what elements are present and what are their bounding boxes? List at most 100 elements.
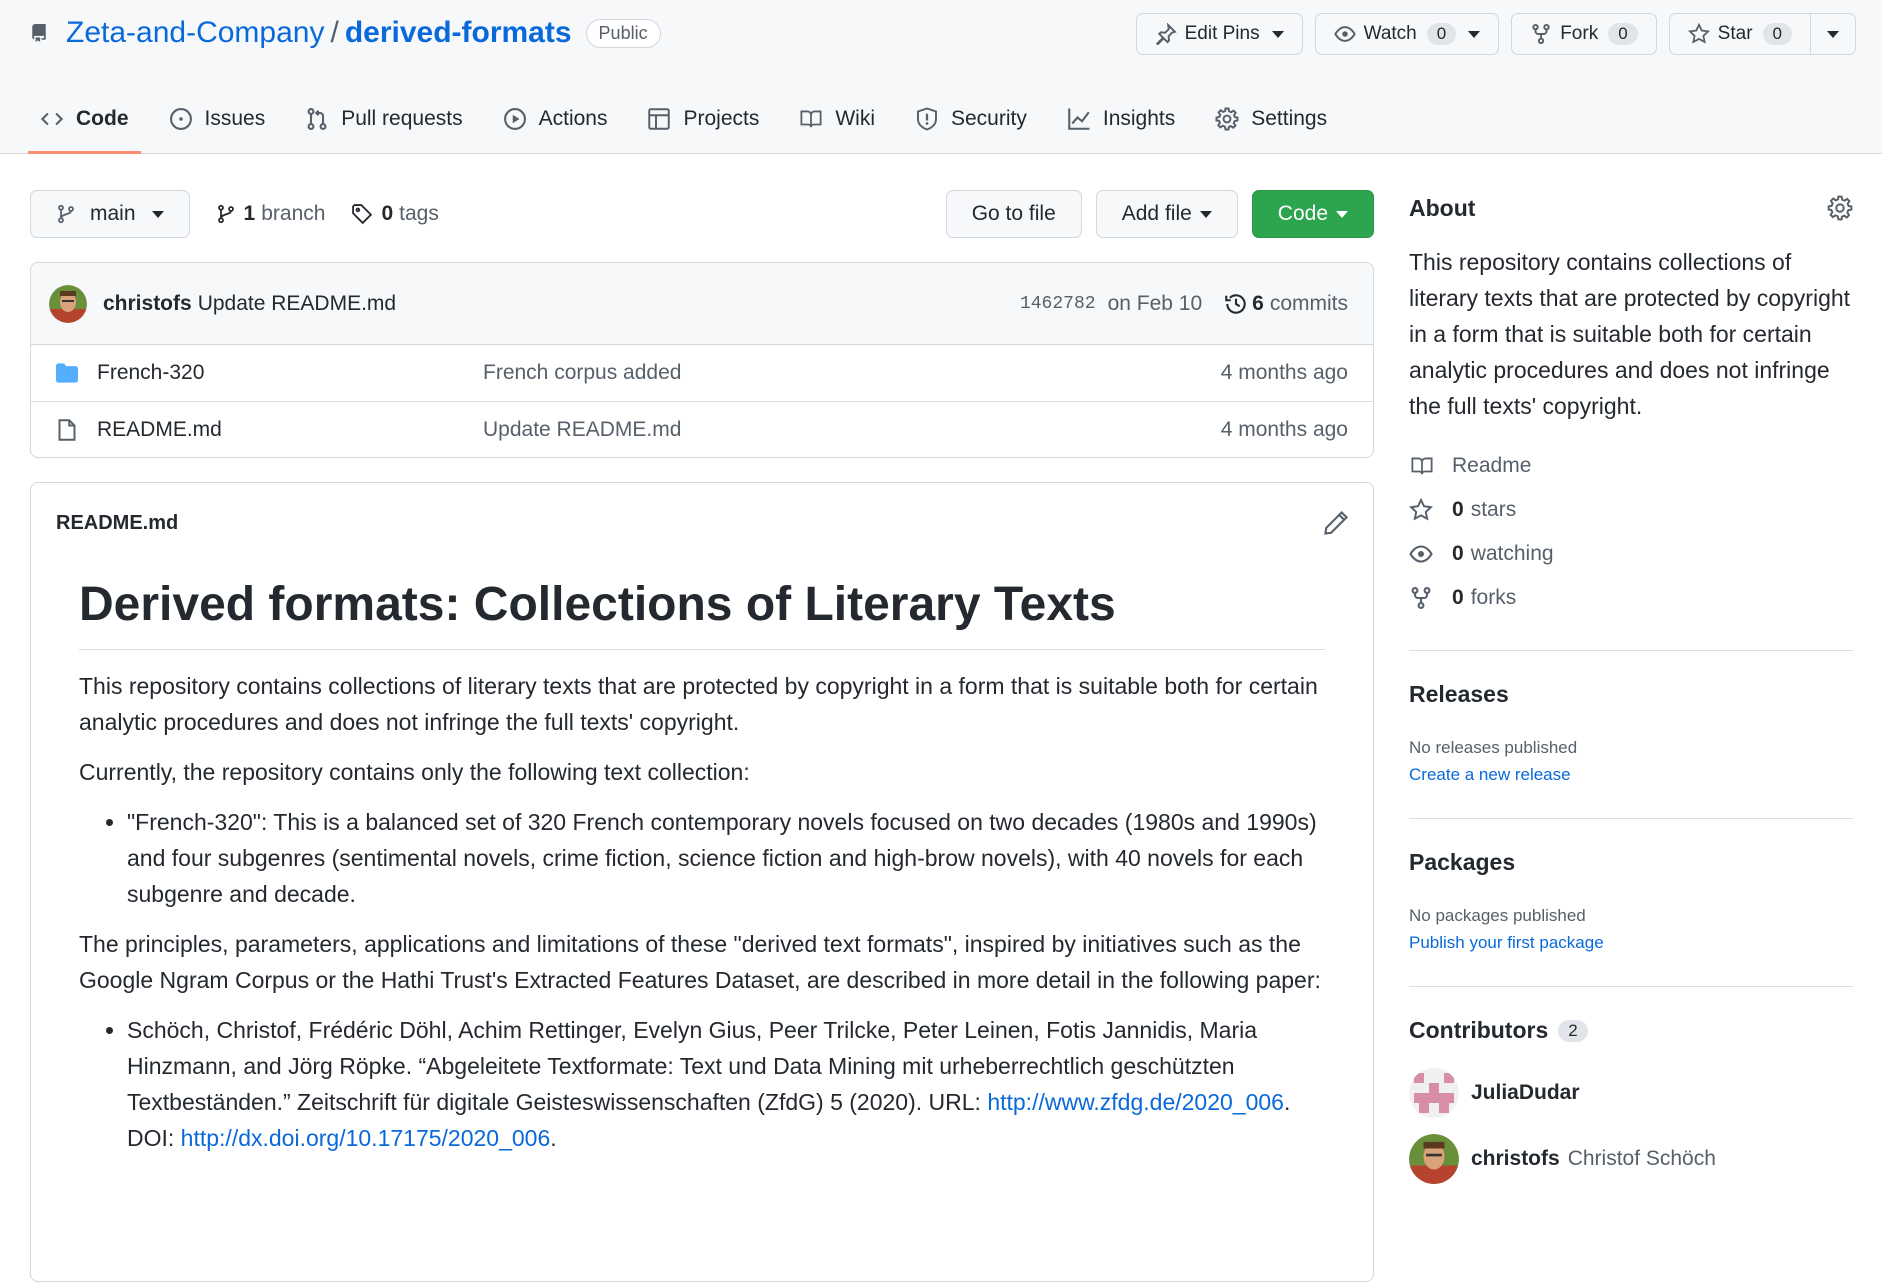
eye-icon bbox=[1333, 23, 1356, 45]
history-icon bbox=[1224, 292, 1248, 316]
avatar[interactable] bbox=[49, 284, 87, 323]
fork-button[interactable]: Fork 0 bbox=[1511, 13, 1657, 55]
file-name-link[interactable]: README.md bbox=[97, 418, 483, 442]
no-releases-text: No releases published bbox=[1409, 738, 1578, 757]
tab-issues[interactable]: Issues bbox=[157, 96, 278, 142]
readme-list: "French-320": This is a balanced set of … bbox=[79, 804, 1325, 912]
tab-code[interactable]: Code bbox=[28, 96, 141, 154]
contributor-login: christofs bbox=[1471, 1147, 1560, 1170]
zfdg-url-link[interactable]: http://www.zfdg.de/2020_006 bbox=[987, 1089, 1284, 1115]
book-icon bbox=[799, 108, 823, 130]
forks-link[interactable]: 0 forks bbox=[1409, 576, 1853, 620]
file-browser: main 1 branch 0 tags Go to file Add file… bbox=[30, 190, 1374, 1282]
contributor-item[interactable]: christofs Christof Schöch bbox=[1409, 1134, 1853, 1184]
releases-info: No releases published Create a new relea… bbox=[1409, 734, 1853, 788]
doi-link[interactable]: http://dx.doi.org/10.17175/2020_006 bbox=[181, 1125, 551, 1151]
no-packages-text: No packages published bbox=[1409, 906, 1586, 925]
forks-label: forks bbox=[1470, 586, 1517, 609]
tab-label: Code bbox=[76, 107, 129, 130]
star-button-group: Star 0 bbox=[1668, 13, 1856, 55]
publish-package-link[interactable]: Publish your first package bbox=[1409, 929, 1853, 956]
releases-heading: Releases bbox=[1409, 681, 1509, 707]
commit-count: 6 bbox=[1252, 291, 1264, 315]
fork-label: Fork bbox=[1560, 23, 1599, 44]
file-row[interactable]: French-320 French corpus added 4 months … bbox=[31, 345, 1373, 401]
branch-icon bbox=[56, 203, 76, 225]
star-icon bbox=[1409, 498, 1435, 522]
packages-info: No packages published Publish your first… bbox=[1409, 902, 1853, 956]
gear-icon[interactable] bbox=[1827, 195, 1853, 221]
sidebar: About This repository contains collectio… bbox=[1409, 190, 1853, 1184]
readme-paragraph: The principles, parameters, applications… bbox=[79, 931, 1321, 993]
readme-list: Schöch, Christof, Frédéric Döhl, Achim R… bbox=[79, 1012, 1325, 1156]
shield-icon bbox=[915, 107, 939, 131]
tab-projects[interactable]: Projects bbox=[635, 96, 771, 142]
file-row[interactable]: README.md Update README.md 4 months ago bbox=[31, 401, 1373, 457]
edit-pins-label: Edit Pins bbox=[1184, 23, 1260, 44]
play-icon bbox=[503, 107, 527, 131]
pin-icon bbox=[1155, 23, 1177, 45]
commit-sha-link[interactable]: 1462782 bbox=[1020, 294, 1096, 314]
repo-name-link[interactable]: derived-formats bbox=[345, 16, 572, 50]
readme-panel: README.md Derived formats: Collections o… bbox=[30, 482, 1374, 1282]
eye-icon bbox=[1409, 542, 1435, 566]
edit-pins-button[interactable]: Edit Pins bbox=[1135, 13, 1303, 55]
tab-insights[interactable]: Insights bbox=[1055, 96, 1187, 142]
star-label: Star bbox=[1717, 23, 1753, 44]
readme-link[interactable]: Readme bbox=[1409, 444, 1853, 488]
add-file-button[interactable]: Add file bbox=[1095, 190, 1238, 238]
tab-wiki[interactable]: Wiki bbox=[787, 96, 887, 142]
file-commit-message-link[interactable]: French corpus added bbox=[483, 361, 1221, 385]
tab-settings[interactable]: Settings bbox=[1203, 96, 1339, 142]
branch-select[interactable]: main bbox=[30, 190, 190, 238]
tab-label: Wiki bbox=[835, 107, 875, 130]
pencil-icon[interactable] bbox=[1323, 510, 1349, 536]
fork-icon bbox=[1530, 23, 1552, 45]
watching-label: watching bbox=[1470, 542, 1554, 565]
branch-name: main bbox=[90, 202, 136, 225]
latest-commit: christofs Update README.md 1462782 on Fe… bbox=[31, 263, 1373, 345]
tag-icon bbox=[351, 203, 373, 225]
list-item: Schöch, Christof, Frédéric Döhl, Achim R… bbox=[127, 1012, 1325, 1156]
tab-security[interactable]: Security bbox=[903, 96, 1039, 142]
tags-link[interactable]: 0 tags bbox=[351, 202, 439, 226]
chevron-down-icon bbox=[151, 210, 164, 218]
table-icon bbox=[647, 107, 671, 131]
star-lists-dropdown[interactable] bbox=[1811, 13, 1856, 55]
branch-label: branch bbox=[261, 202, 326, 225]
tab-pull-requests[interactable]: Pull requests bbox=[293, 96, 474, 142]
branch-icon bbox=[216, 203, 236, 225]
file-name-link[interactable]: French-320 bbox=[97, 361, 483, 385]
code-button[interactable]: Code bbox=[1251, 190, 1374, 238]
watching-link[interactable]: 0 watching bbox=[1409, 532, 1853, 576]
readme-label: Readme bbox=[1452, 454, 1532, 477]
watch-button[interactable]: Watch 0 bbox=[1314, 13, 1500, 55]
forks-count: 0 bbox=[1452, 586, 1464, 609]
chevron-down-icon bbox=[1271, 30, 1284, 38]
chevron-down-icon bbox=[1336, 210, 1348, 218]
tab-label: Security bbox=[951, 107, 1027, 130]
create-release-link[interactable]: Create a new release bbox=[1409, 761, 1853, 788]
stars-link[interactable]: 0 stars bbox=[1409, 488, 1853, 532]
file-commit-message-link[interactable]: Update README.md bbox=[483, 418, 1221, 442]
repo-owner-link[interactable]: Zeta-and-Company bbox=[66, 16, 324, 50]
go-to-file-button[interactable]: Go to file bbox=[945, 190, 1082, 238]
branches-link[interactable]: 1 branch bbox=[216, 202, 326, 226]
watch-count: 0 bbox=[1426, 23, 1457, 45]
about-header: About bbox=[1409, 190, 1853, 226]
branch-count: 1 bbox=[243, 202, 256, 225]
file-icon bbox=[55, 418, 79, 442]
file-list: christofs Update README.md 1462782 on Fe… bbox=[30, 262, 1374, 458]
book-icon bbox=[1409, 455, 1435, 477]
tab-actions[interactable]: Actions bbox=[491, 96, 620, 142]
contributors-label: Contributors bbox=[1409, 1017, 1549, 1043]
contributor-item[interactable]: JuliaDudar bbox=[1409, 1068, 1853, 1118]
gear-icon bbox=[1215, 107, 1239, 131]
commit-history-link[interactable]: 6 commits bbox=[1224, 292, 1348, 316]
tab-label: Actions bbox=[538, 107, 608, 130]
commit-message-link[interactable]: Update README.md bbox=[198, 292, 396, 316]
repo-icon bbox=[30, 21, 48, 45]
commit-author-link[interactable]: christofs bbox=[103, 292, 192, 316]
chevron-down-icon bbox=[1199, 210, 1212, 218]
star-button[interactable]: Star 0 bbox=[1668, 13, 1811, 55]
